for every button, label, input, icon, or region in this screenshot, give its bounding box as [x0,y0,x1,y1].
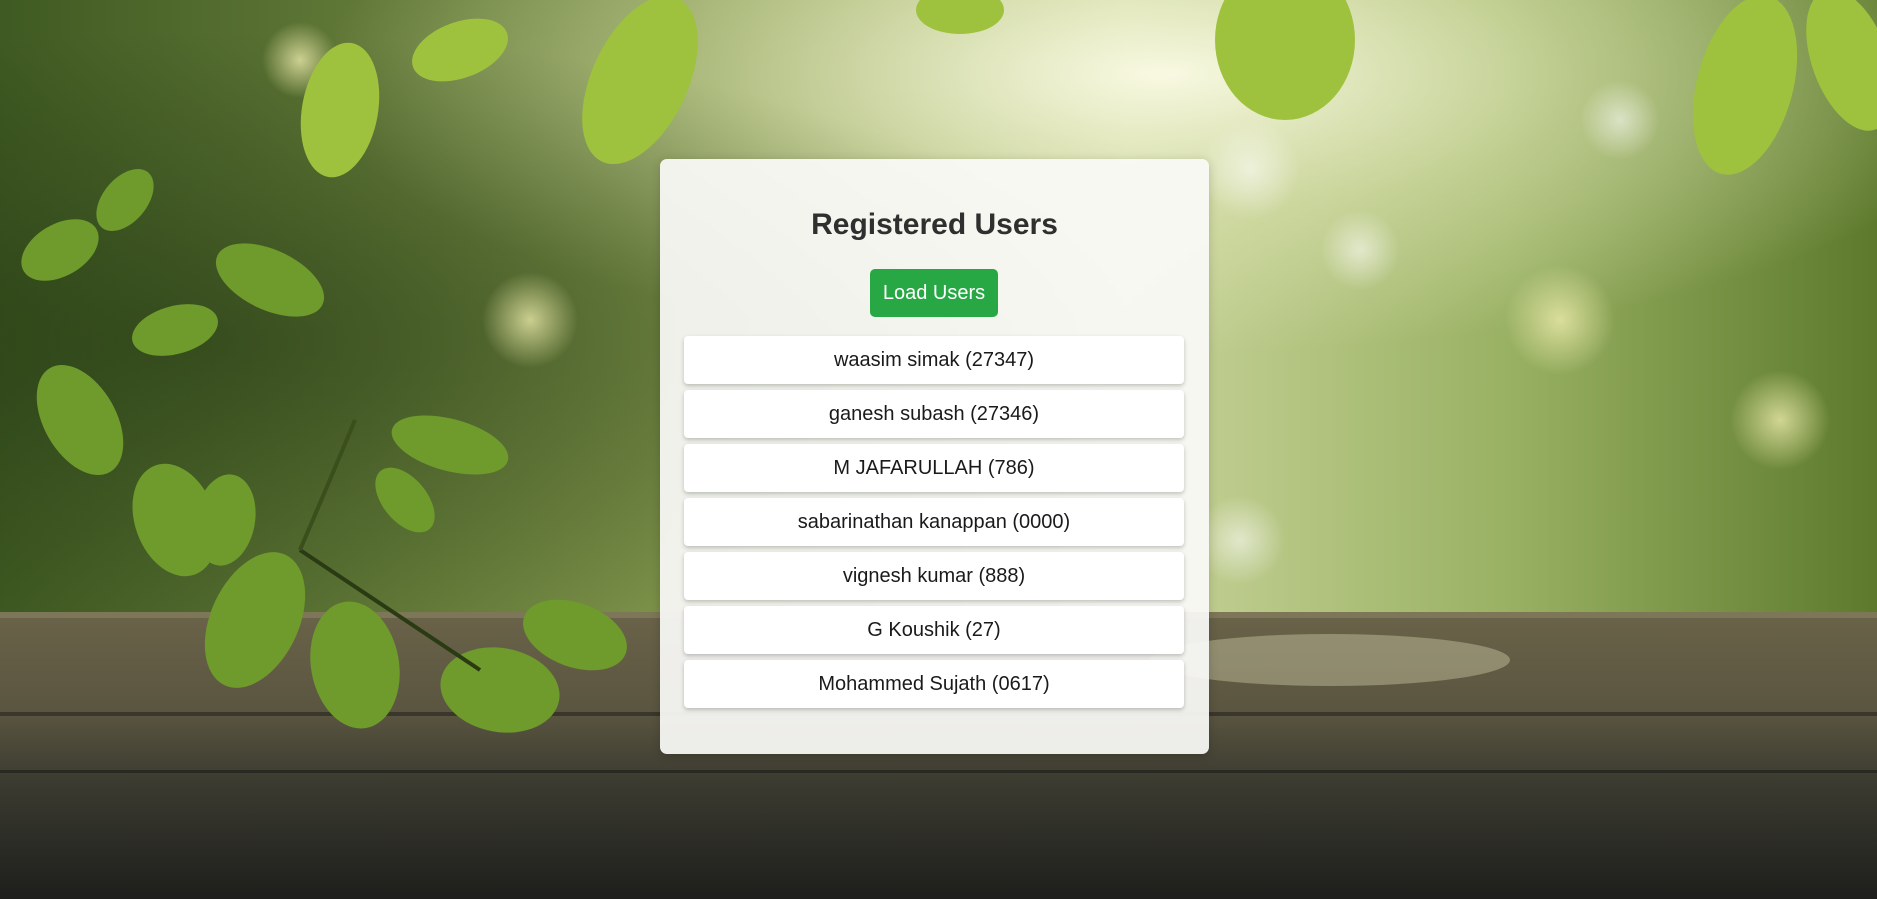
list-item: Mohammed Sujath (0617) [684,660,1184,708]
list-item: ganesh subash (27346) [684,390,1184,438]
load-users-button[interactable]: Load Users [870,269,998,317]
list-item: waasim simak (27347) [684,336,1184,384]
registered-users-card: Registered Users Load Users waasim simak… [660,159,1209,754]
list-item: vignesh kumar (888) [684,552,1184,600]
page-title: Registered Users [811,208,1058,241]
list-item: sabarinathan kanappan (0000) [684,498,1184,546]
list-item: M JAFARULLAH (786) [684,444,1184,492]
page: Registered Users Load Users waasim simak… [0,0,1877,899]
list-item: G Koushik (27) [684,606,1184,654]
user-list: waasim simak (27347) ganesh subash (2734… [684,336,1184,714]
